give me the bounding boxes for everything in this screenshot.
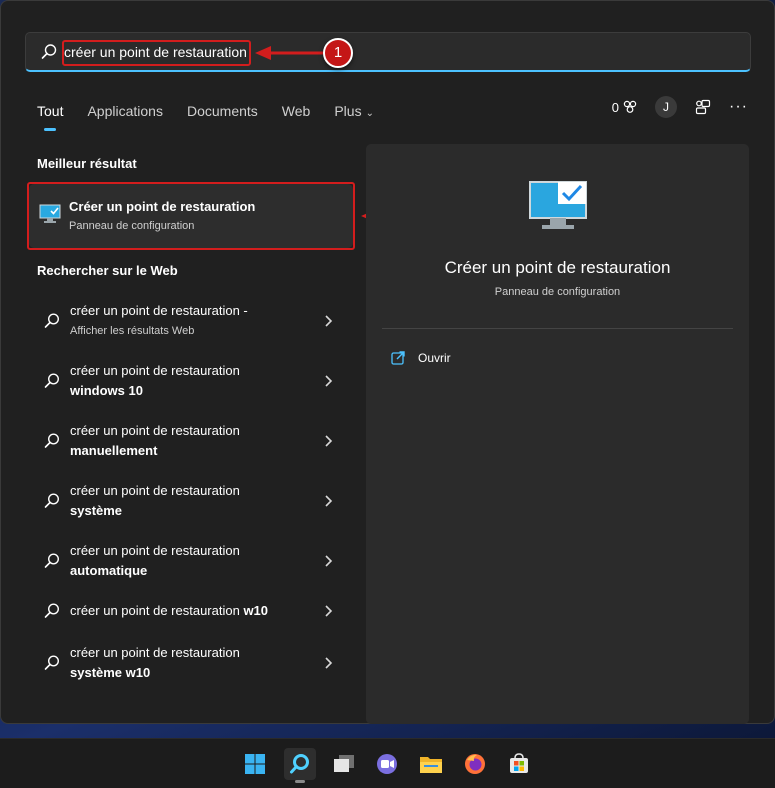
search-icon (44, 433, 60, 448)
suggestion-text: créer un point de restauration (70, 543, 240, 558)
best-match-result[interactable]: Créer un point de restauration Panneau d… (29, 184, 353, 248)
search-icon (44, 603, 60, 618)
firefox-icon[interactable] (459, 748, 491, 780)
web-suggestion[interactable]: créer un point de restauration manuelleme… (29, 413, 353, 469)
web-suggestion[interactable]: créer un point de restauration w10 (29, 583, 353, 639)
start-search-panel: 1 Tout Applications Documents Web Plus⌄ … (0, 0, 775, 724)
search-icon (41, 44, 57, 59)
taskbar (0, 738, 775, 788)
tab-web[interactable]: Web (270, 101, 323, 121)
more-options-icon[interactable]: ··· (729, 98, 748, 116)
suggestion-text: créer un point de restauration (70, 423, 240, 438)
chevron-down-icon: ⌄ (365, 108, 374, 119)
search-bar[interactable] (25, 32, 751, 72)
tab-documents[interactable]: Documents (175, 101, 270, 121)
avatar[interactable]: J (655, 96, 678, 118)
tab-applications[interactable]: Applications (75, 101, 175, 121)
suggestion-completion: manuellement (70, 443, 158, 458)
divider (382, 328, 733, 329)
search-icon (44, 655, 60, 670)
rewards-points[interactable]: 0 (612, 100, 637, 115)
suggestion-subtext: Afficher les résultats Web (70, 325, 195, 337)
chevron-right-icon (325, 495, 333, 507)
chevron-right-icon (325, 315, 333, 327)
suggestion-text: créer un point de restauration (70, 483, 240, 498)
filter-tabs: Tout Applications Documents Web Plus ⌄ (25, 97, 386, 131)
microsoft-store-icon[interactable] (503, 748, 535, 780)
preview-title: Créer un point de restauration (444, 258, 671, 277)
open-external-icon (391, 351, 405, 365)
web-suggestion[interactable]: créer un point de restauration - Afficher… (29, 293, 353, 349)
rewards-medal-icon (623, 100, 637, 113)
open-label: Ouvrir (418, 351, 451, 365)
open-button[interactable]: Ouvrir (390, 350, 451, 366)
suggestion-text: créer un point de restauration (70, 645, 240, 660)
chevron-right-icon (325, 435, 333, 447)
search-input[interactable] (64, 39, 724, 65)
suggestion-completion: w10 (243, 603, 269, 618)
tab-tout[interactable]: Tout (25, 101, 75, 131)
search-icon (44, 493, 60, 508)
suggestion-text: créer un point de restauration (70, 603, 244, 618)
teams-chat-icon[interactable] (371, 748, 403, 780)
monitor-check-icon (39, 204, 61, 223)
connected-devices-icon[interactable] (695, 99, 711, 115)
annotation-badge-1: 1 (323, 38, 353, 68)
suggestion-completion: windows 10 (70, 383, 143, 398)
suggestion-completion: système (70, 503, 123, 518)
web-search-heading: Rechercher sur le Web (37, 263, 178, 278)
header-tools: 0 J ··· (612, 95, 748, 119)
search-icon (44, 553, 60, 568)
best-match-title: Créer un point de restauration (69, 199, 256, 214)
search-icon (44, 313, 60, 328)
web-suggestion[interactable]: créer un point de restauration système (29, 473, 353, 529)
points-count: 0 (611, 99, 620, 115)
best-match-heading: Meilleur résultat (37, 156, 137, 171)
suggestion-completion: automatique (70, 563, 148, 578)
chevron-right-icon (325, 375, 333, 387)
web-suggestion[interactable]: créer un point de restauration automatiqu… (29, 533, 353, 589)
web-suggestion[interactable]: créer un point de restauration windows 10 (29, 353, 353, 409)
taskbar-search-icon[interactable] (284, 748, 316, 783)
chevron-right-icon (325, 605, 333, 617)
suggestion-text: créer un point de restauration (70, 363, 240, 378)
suggestion-text: créer un point de restauration - (70, 303, 248, 318)
preview-subtitle: Panneau de configuration (494, 286, 621, 298)
tab-plus[interactable]: Plus ⌄ (322, 101, 386, 121)
best-match-subtitle: Panneau de configuration (69, 220, 195, 232)
search-icon (44, 373, 60, 388)
task-view-icon[interactable] (328, 748, 360, 780)
suggestion-completion: système w10 (70, 665, 151, 680)
web-suggestion[interactable]: créer un point de restauration système w1… (29, 635, 353, 691)
chevron-right-icon (325, 555, 333, 567)
monitor-check-icon (529, 181, 587, 229)
chevron-right-icon (325, 657, 333, 669)
file-explorer-icon[interactable] (415, 748, 447, 780)
preview-pane: Créer un point de restauration Panneau d… (366, 144, 749, 724)
start-windows-icon[interactable] (239, 748, 271, 780)
